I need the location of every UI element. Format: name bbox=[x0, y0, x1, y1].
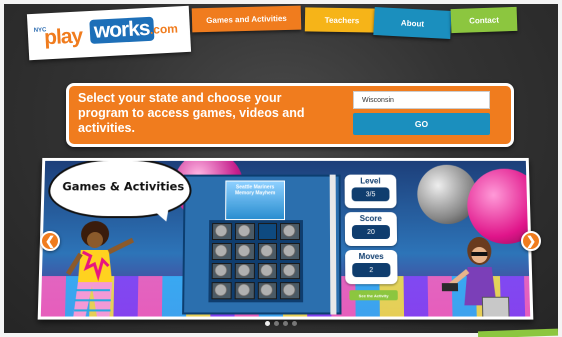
state-input[interactable]: Wisconsin bbox=[353, 91, 490, 109]
nav-about[interactable]: About bbox=[373, 7, 452, 39]
logo-suffix: .com bbox=[149, 21, 179, 37]
selector-prompt: Select your state and choose your progra… bbox=[78, 91, 305, 135]
carousel-next-button[interactable]: ❯ bbox=[521, 231, 541, 251]
carousel-dot[interactable] bbox=[292, 321, 297, 326]
chevron-right-icon: ❯ bbox=[525, 234, 537, 248]
program-selector-panel: Select your state and choose your progra… bbox=[66, 83, 514, 147]
carousel-dot[interactable] bbox=[274, 321, 279, 326]
carousel-dot[interactable] bbox=[265, 321, 270, 326]
tile[interactable] bbox=[234, 282, 255, 300]
tile[interactable] bbox=[211, 282, 232, 300]
tile[interactable] bbox=[280, 262, 301, 280]
carousel-dots bbox=[265, 321, 297, 326]
footer-accent-strip bbox=[477, 328, 559, 337]
disco-dancer-character bbox=[59, 221, 134, 319]
game-stage: Seattle Mariners Memory Mayhem Level 3/5… bbox=[37, 157, 534, 320]
score-panel: Score 20 bbox=[344, 212, 398, 246]
logo-works: works bbox=[89, 16, 155, 44]
playworks-logo[interactable]: NYC play works .com bbox=[26, 5, 192, 61]
tile[interactable] bbox=[234, 223, 255, 240]
game-title-card: Seattle Mariners Memory Mayhem bbox=[225, 180, 286, 221]
moves-label: Moves bbox=[358, 251, 384, 262]
tile[interactable] bbox=[257, 262, 278, 280]
tile[interactable] bbox=[211, 262, 232, 280]
divider-bar bbox=[329, 174, 337, 315]
carousel-dot[interactable] bbox=[283, 321, 288, 326]
tile[interactable] bbox=[280, 242, 301, 260]
tile[interactable] bbox=[280, 282, 301, 300]
score-value: 20 bbox=[351, 225, 391, 239]
nav-contact[interactable]: Contact bbox=[450, 6, 518, 34]
go-button[interactable]: GO bbox=[353, 113, 490, 135]
nav-teachers[interactable]: Teachers bbox=[304, 7, 380, 33]
tile-grid bbox=[208, 220, 304, 303]
tile[interactable] bbox=[234, 242, 255, 260]
moves-value: 2 bbox=[352, 263, 391, 278]
score-label: Score bbox=[359, 214, 382, 224]
level-panel: Level 3/5 bbox=[344, 174, 397, 209]
tile[interactable] bbox=[234, 262, 255, 280]
tile-revealed[interactable] bbox=[257, 223, 278, 240]
tile[interactable] bbox=[257, 242, 278, 260]
logo-play: play bbox=[43, 24, 83, 50]
tile[interactable] bbox=[211, 242, 232, 260]
tile[interactable] bbox=[211, 223, 232, 240]
level-value: 3/5 bbox=[351, 187, 390, 202]
moves-panel: Moves 2 bbox=[345, 249, 398, 285]
carousel-prev-button[interactable]: ❮ bbox=[40, 231, 60, 251]
memory-game-screen: Seattle Mariners Memory Mayhem bbox=[182, 174, 342, 315]
tile[interactable] bbox=[280, 223, 301, 240]
tile[interactable] bbox=[257, 282, 278, 300]
bubble-title: Games & Activities bbox=[62, 179, 185, 194]
chevron-left-icon: ❮ bbox=[44, 234, 56, 248]
level-label: Level bbox=[360, 176, 381, 186]
dj-character bbox=[441, 237, 513, 320]
see-activity-button[interactable]: See the Activity bbox=[349, 290, 398, 301]
nav-games-and-activities[interactable]: Games and Activities bbox=[191, 5, 302, 33]
